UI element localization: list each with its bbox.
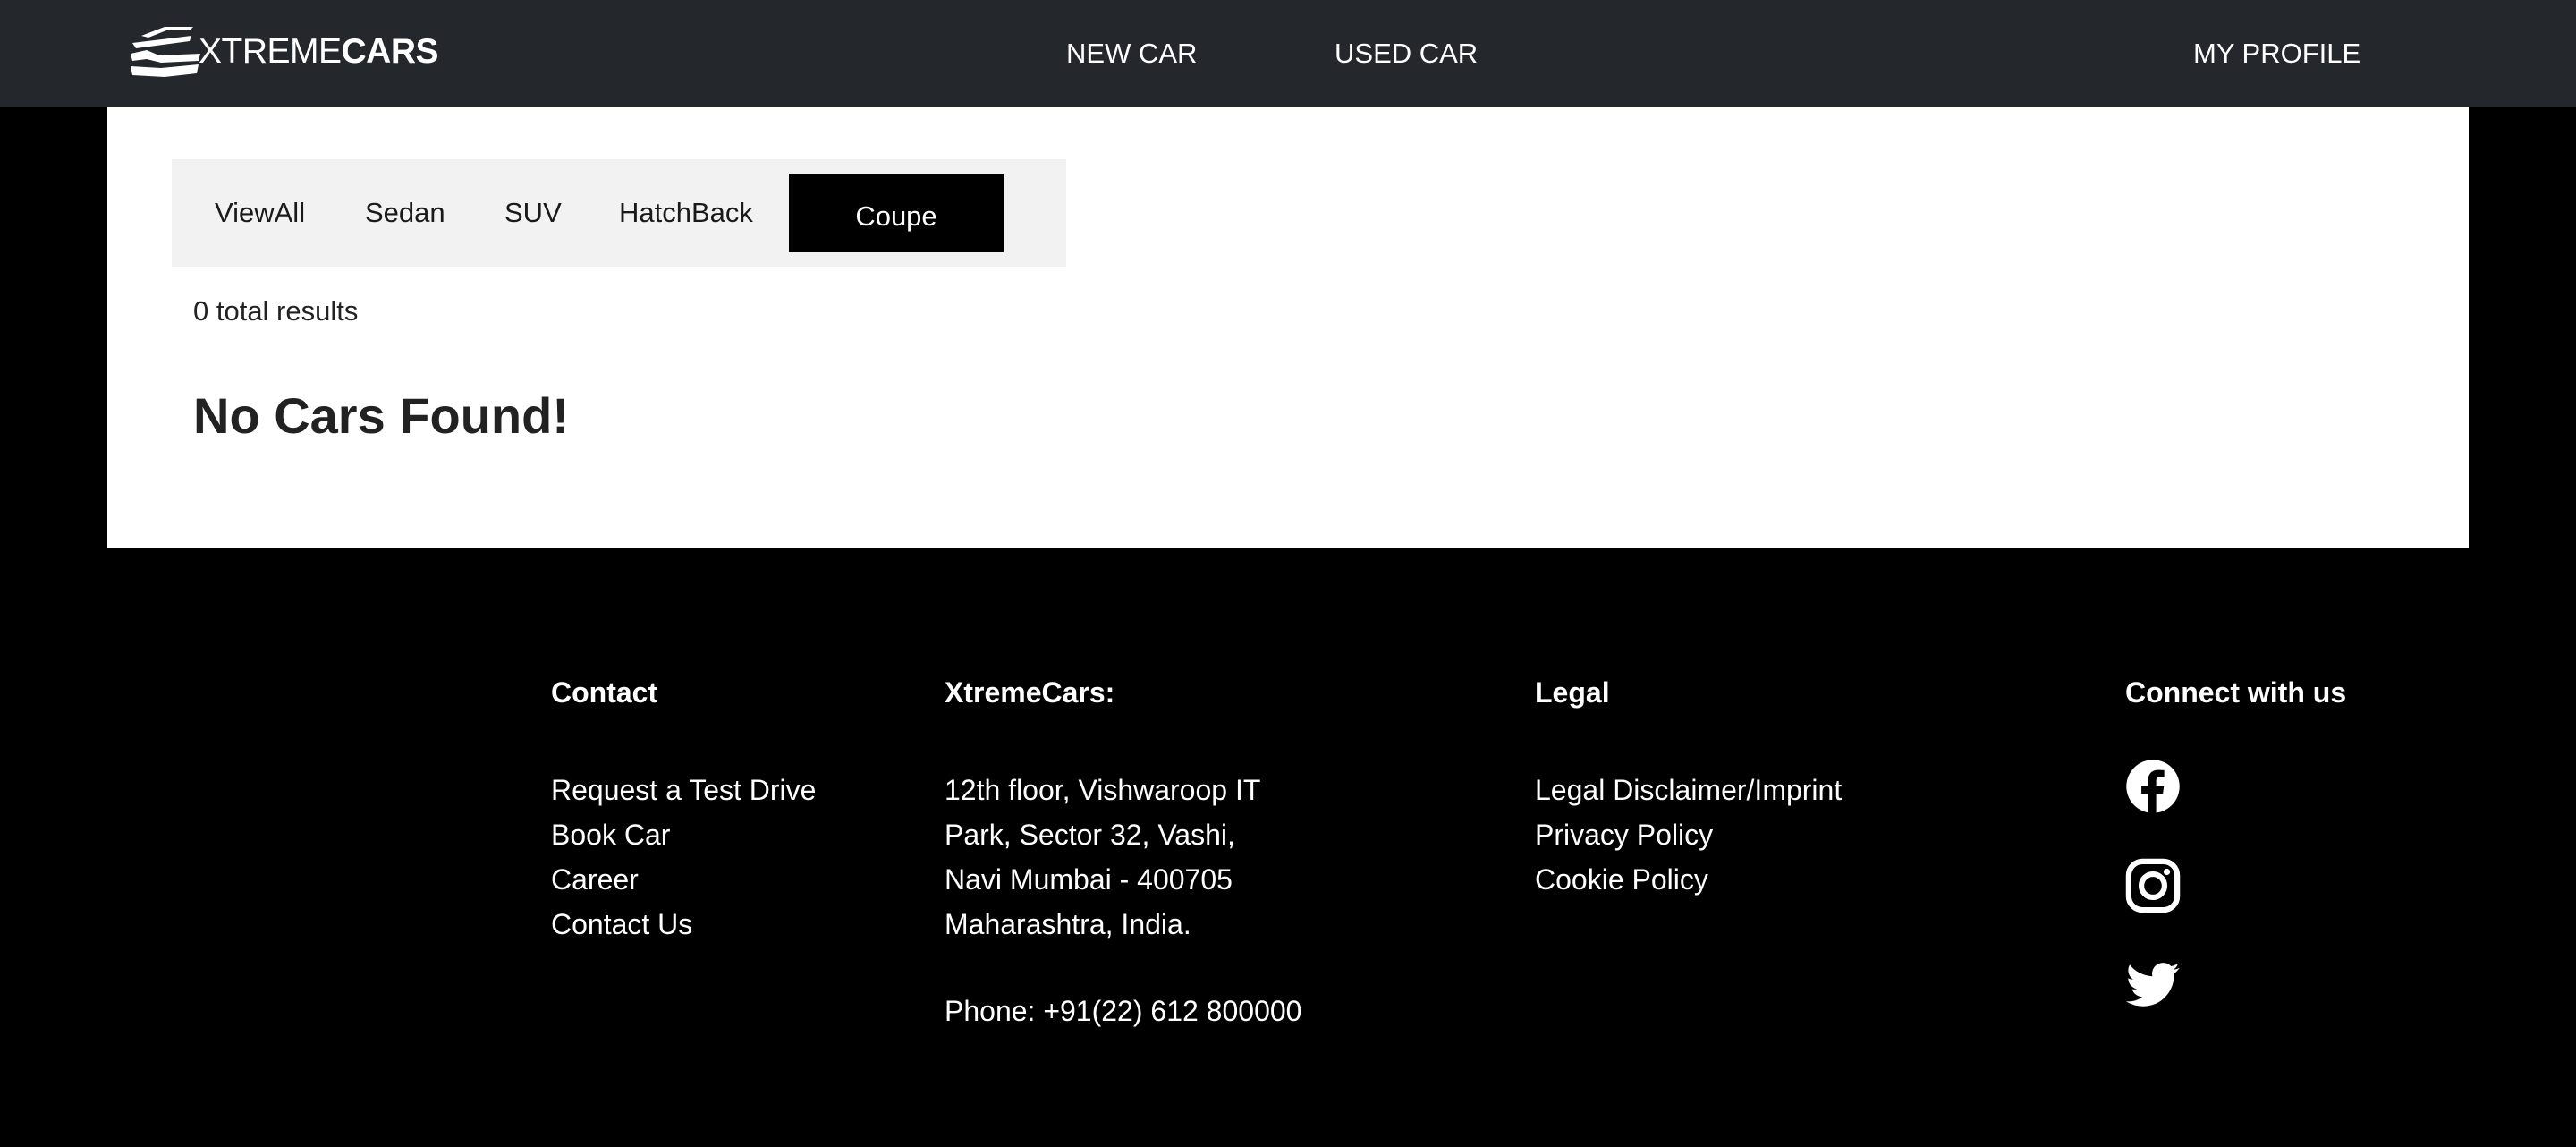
footer-company-heading: XtremeCars: <box>945 676 1115 709</box>
logo-text-bold: CARS <box>341 32 439 71</box>
site-logo[interactable]: XTREMECARS <box>129 23 439 81</box>
footer-link-contact-us[interactable]: Contact Us <box>551 902 816 947</box>
instagram-icon[interactable] <box>2125 858 2181 913</box>
filter-tab-sedan[interactable]: Sedan <box>365 159 445 267</box>
footer-link-privacy-policy[interactable]: Privacy Policy <box>1535 812 1842 857</box>
nav-new-car-link[interactable]: NEW CAR <box>1066 34 1197 73</box>
footer-link-book-car[interactable]: Book Car <box>551 812 816 857</box>
logo-text-light: XTREME <box>199 32 342 71</box>
nav-used-car-link[interactable]: USED CAR <box>1335 34 1478 73</box>
car-type-filter-bar: ViewAll Sedan SUV HatchBack Coupe <box>172 159 1066 267</box>
footer-company-column: XtremeCars: 12th floor, Vishwaroop IT Pa… <box>945 673 1301 1033</box>
footer-connect-column: Connect with us <box>2125 673 2346 1057</box>
empty-results-message: No Cars Found! <box>193 387 569 444</box>
footer-legal-column: Legal Legal Disclaimer/Imprint Privacy P… <box>1535 673 1842 902</box>
filter-tab-suv[interactable]: SUV <box>504 159 562 267</box>
filter-tab-hatchback[interactable]: HatchBack <box>619 159 753 267</box>
logo-wordmark: XTREMECARS <box>199 32 439 72</box>
footer-legal-heading: Legal <box>1535 676 1610 709</box>
footer-contact-heading: Contact <box>551 676 658 709</box>
top-navbar: XTREMECARS NEW CAR USED CAR MY PROFILE <box>0 0 2576 107</box>
footer-link-test-drive[interactable]: Request a Test Drive <box>551 768 816 812</box>
address-line: Park, Sector 32, Vashi, <box>945 819 1235 851</box>
nav-my-profile-link[interactable]: MY PROFILE <box>2193 34 2360 73</box>
car-logo-icon <box>131 27 200 77</box>
footer-connect-heading: Connect with us <box>2125 676 2347 709</box>
company-phone: Phone: +91(22) 612 800000 <box>945 995 1302 1027</box>
filter-tab-viewall[interactable]: ViewAll <box>215 159 305 267</box>
facebook-icon[interactable] <box>2125 759 2181 814</box>
twitter-icon[interactable] <box>2125 957 2181 1013</box>
address-line: Navi Mumbai - 400705 <box>945 863 1233 896</box>
address-line: 12th floor, Vishwaroop IT <box>945 774 1261 806</box>
address-line: Maharashtra, India. <box>945 908 1191 940</box>
footer-link-cookie-policy[interactable]: Cookie Policy <box>1535 857 1842 902</box>
total-results-count: 0 total results <box>193 295 359 327</box>
footer-contact-column: Contact Request a Test Drive Book Car Ca… <box>551 673 816 947</box>
footer-link-legal-disclaimer[interactable]: Legal Disclaimer/Imprint <box>1535 768 1842 812</box>
results-panel: ViewAll Sedan SUV HatchBack Coupe 0 tota… <box>107 107 2469 548</box>
footer-link-career[interactable]: Career <box>551 857 816 902</box>
filter-tab-coupe-active[interactable]: Coupe <box>789 174 1004 252</box>
